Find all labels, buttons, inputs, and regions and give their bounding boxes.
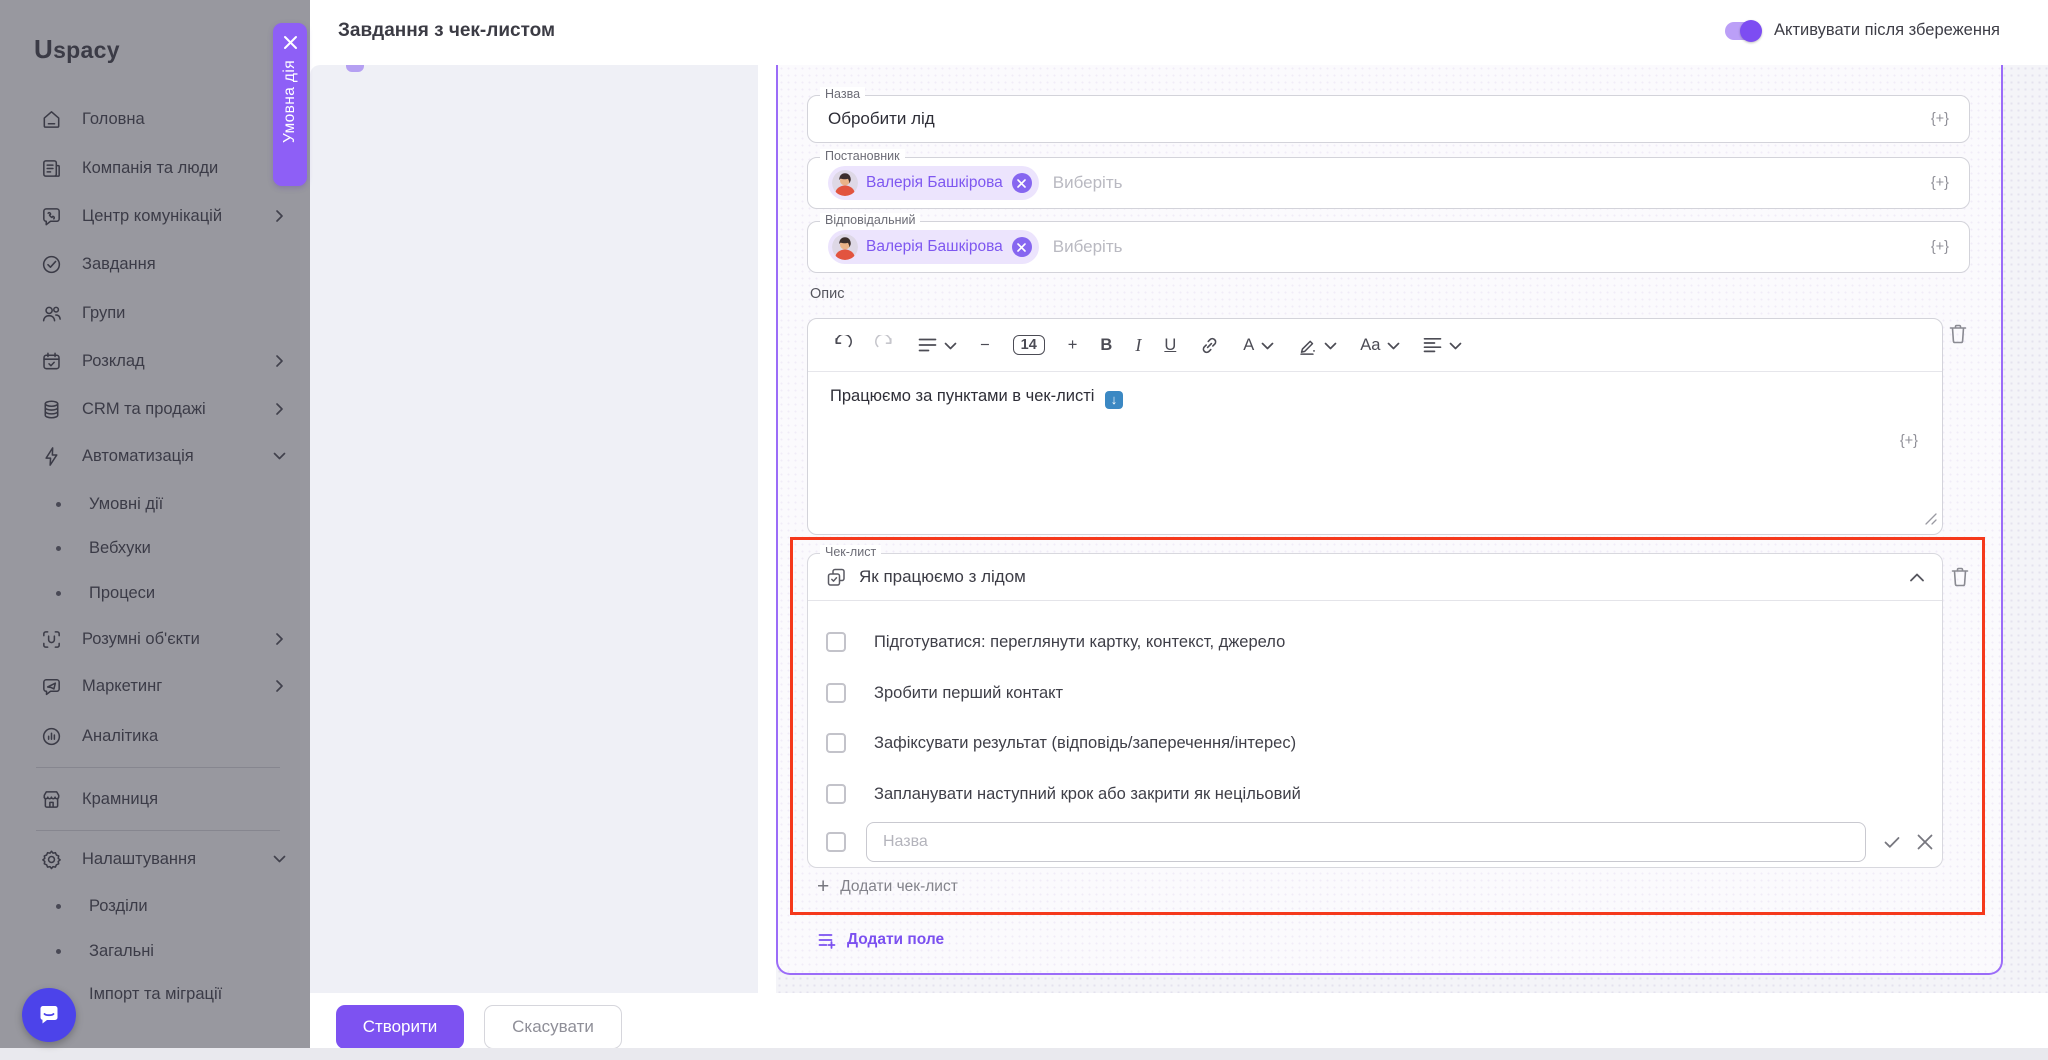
task-name-value: Обробити лід: [828, 109, 935, 129]
new-item-row: [808, 816, 1934, 868]
editor-toolbar: − 14 + B I U A Aa: [808, 319, 1942, 372]
delete-checklist-icon[interactable]: [1950, 566, 1970, 593]
avatar: [832, 170, 858, 196]
avatar: [832, 234, 858, 260]
responsible-placeholder: Виберіть: [1053, 237, 1123, 257]
top-bar: Завдання з чек-листом Активувати після з…: [310, 0, 2048, 65]
activate-toggle[interactable]: [1725, 22, 1759, 40]
close-icon[interactable]: [283, 35, 298, 50]
remove-user-icon[interactable]: [1012, 237, 1032, 257]
description-label: Опис: [810, 286, 844, 302]
cancel-button[interactable]: Скасувати: [484, 1005, 622, 1049]
cancel-icon[interactable]: [1916, 833, 1934, 851]
checklist-title: Як працюємо з лідом: [859, 567, 1026, 587]
responsible-field[interactable]: Відповідальний Валерія Башкірова Виберіт…: [807, 221, 1970, 273]
task-name-field[interactable]: Назва Обробити лід {+}: [807, 95, 1970, 143]
chevron-down-icon: [944, 336, 957, 355]
task-form-panel: Назва Обробити лід {+} Постановник Валер…: [776, 65, 2003, 975]
checkbox[interactable]: [826, 784, 846, 804]
flow-node-edge: [346, 65, 364, 72]
checklist-item-label: Зафіксувати результат (відповідь/запереч…: [874, 734, 1296, 753]
conditional-action-tab[interactable]: Умовна дія: [273, 23, 307, 186]
collapse-icon[interactable]: [1910, 573, 1924, 582]
user-chip[interactable]: Валерія Башкірова: [828, 230, 1039, 264]
link-icon[interactable]: [1199, 335, 1220, 356]
chevron-down-icon: [1261, 336, 1274, 355]
description-editor[interactable]: − 14 + B I U A Aa Працюємо за пунктами в чек-ли…: [807, 318, 1943, 535]
italic-button[interactable]: I: [1135, 335, 1141, 356]
chip-user-name: Валерія Башкірова: [866, 174, 1003, 192]
checklist-item-label: Зробити перший контакт: [874, 684, 1063, 703]
checkbox[interactable]: [826, 632, 846, 652]
add-field-button[interactable]: Додати поле: [818, 931, 944, 949]
plus-icon: +: [817, 878, 829, 896]
add-field-label: Додати поле: [847, 931, 944, 949]
align-icon[interactable]: [1423, 336, 1462, 355]
variable-token-button[interactable]: {+}: [1931, 239, 1949, 255]
create-button[interactable]: Створити: [336, 1005, 464, 1049]
name-field-label: Назва: [820, 87, 865, 101]
remove-user-icon[interactable]: [1012, 173, 1032, 193]
footer-bar: Створити Скасувати: [310, 993, 2048, 1052]
checklist-copy-icon: [826, 567, 847, 588]
assigner-placeholder: Виберіть: [1053, 173, 1123, 193]
checklist-item: Зробити перший контакт: [808, 676, 1063, 710]
tab-label: Умовна дія: [281, 60, 299, 143]
toggle-knob: [1740, 20, 1762, 42]
activate-toggle-wrap: Активувати після збереження: [1725, 21, 2000, 40]
page-title: Завдання з чек-листом: [338, 20, 555, 42]
chevron-down-icon: [1449, 336, 1462, 355]
resize-handle[interactable]: [1925, 511, 1937, 530]
increase-font-button[interactable]: +: [1068, 336, 1078, 355]
checklist-item: Підготуватися: переглянути картку, конте…: [808, 625, 1285, 659]
toggle-label: Активувати після збереження: [1774, 21, 2000, 40]
add-checklist-button[interactable]: + Додати чек-лист: [817, 878, 958, 896]
redo-icon[interactable]: [875, 335, 895, 355]
checklist-card: Чек-лист Як працюємо з лідом Підготувати…: [807, 553, 1943, 868]
chevron-down-icon: [1387, 336, 1400, 355]
checklist-header[interactable]: Як працюємо з лідом: [808, 554, 1942, 601]
confirm-icon[interactable]: [1882, 832, 1902, 852]
bottom-strip: [0, 1048, 2048, 1060]
font-size-value[interactable]: 14: [1013, 335, 1045, 355]
delete-description-icon[interactable]: [1948, 323, 1968, 350]
description-text: Працюємо за пунктами в чек-листі: [830, 387, 1094, 405]
checkbox[interactable]: [826, 733, 846, 753]
checklist-field-highlight: Чек-лист Як працюємо з лідом Підготувати…: [790, 537, 1985, 915]
variable-token-button[interactable]: {+}: [1931, 175, 1949, 191]
automation-flow-canvas: [310, 65, 758, 993]
new-item-input[interactable]: [866, 822, 1866, 862]
assigner-field[interactable]: Постановник Валерія Башкірова Виберіть {…: [807, 157, 1970, 209]
checklist-item: Зафіксувати результат (відповідь/запереч…: [808, 726, 1296, 760]
checkbox[interactable]: [826, 683, 846, 703]
responsible-chip-row: Валерія Башкірова Виберіть: [828, 222, 1122, 272]
chip-user-name: Валерія Башкірова: [866, 238, 1003, 256]
line-height-icon[interactable]: [918, 336, 957, 355]
assigner-chip-row: Валерія Башкірова Виберіть: [828, 158, 1122, 208]
chat-launcher-button[interactable]: [22, 988, 76, 1042]
sidebar-dim-overlay: [0, 0, 310, 1048]
text-color-button[interactable]: A: [1243, 336, 1274, 355]
decrease-font-button[interactable]: −: [980, 336, 990, 355]
down-arrow-emoji: ↓: [1105, 391, 1123, 409]
case-button[interactable]: Aa: [1360, 336, 1400, 355]
checklist-item-label: Запланувати наступний крок або закрити я…: [874, 785, 1301, 804]
user-chip[interactable]: Валерія Башкірова: [828, 166, 1039, 200]
checkbox[interactable]: [826, 832, 846, 852]
checklist-item: Запланувати наступний крок або закрити я…: [808, 777, 1301, 811]
checklist-item-label: Підготуватися: переглянути картку, конте…: [874, 633, 1285, 652]
underline-button[interactable]: U: [1164, 336, 1176, 355]
description-body[interactable]: Працюємо за пунктами в чек-листі ↓ {+}: [808, 371, 1942, 534]
playlist-add-icon: [818, 932, 837, 949]
variable-token-button[interactable]: {+}: [1931, 111, 1949, 127]
highlight-icon[interactable]: [1297, 335, 1337, 355]
add-checklist-label: Додати чек-лист: [840, 878, 958, 896]
chevron-down-icon: [1324, 336, 1337, 355]
undo-icon[interactable]: [832, 335, 852, 355]
variable-token-button[interactable]: {+}: [1900, 433, 1918, 449]
bold-button[interactable]: B: [1100, 336, 1112, 355]
